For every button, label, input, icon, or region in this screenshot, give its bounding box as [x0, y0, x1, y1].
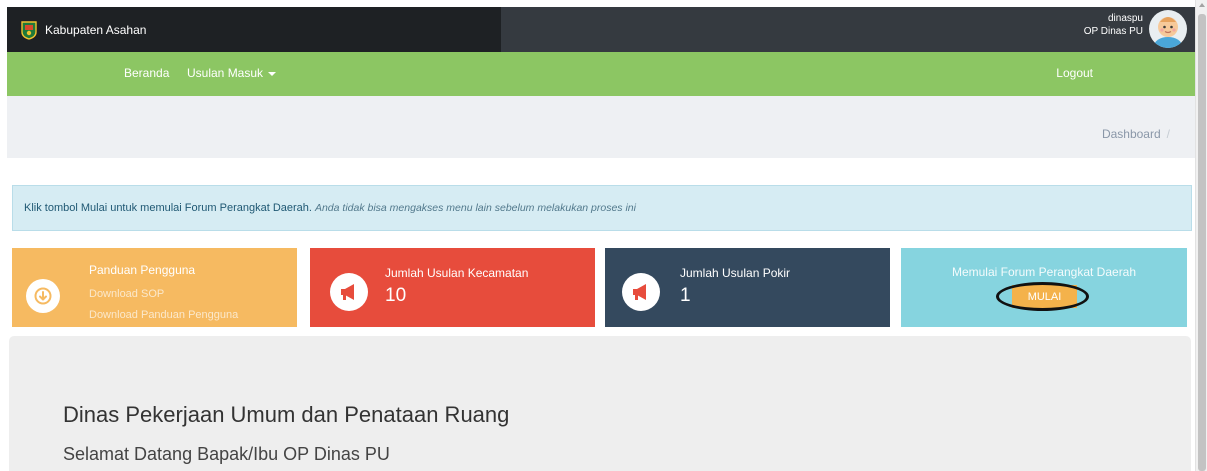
mulai-button[interactable]: MULAI: [1012, 285, 1077, 308]
welcome-jumbotron: Dinas Pekerjaan Umum dan Penataan Ruang …: [9, 336, 1191, 471]
top-bar: Kabupaten Asahan dinaspu OP Dinas PU: [7, 7, 1195, 52]
breadcrumb-band: Dashboard /: [7, 96, 1195, 158]
card-pokir-value: 1: [680, 285, 691, 306]
avatar-graphic: [1154, 17, 1182, 48]
scroll-thumb[interactable]: [1198, 14, 1206, 471]
baby-avatar-icon[interactable]: [1149, 10, 1187, 48]
download-sop-link[interactable]: Download SOP: [89, 288, 164, 300]
user-role: OP Dinas PU: [1083, 26, 1143, 37]
card-panduan-pengguna: Panduan Pengguna Download SOP Download P…: [12, 248, 297, 327]
megaphone-icon: [330, 273, 368, 311]
card-pokir-title: Jumlah Usulan Pokir: [680, 266, 791, 280]
card-forum-perangkat-daerah: Memulai Forum Perangkat Daerah MULAI: [901, 248, 1187, 327]
megaphone-icon: [622, 273, 660, 311]
nav-beranda[interactable]: Beranda: [124, 66, 169, 80]
topbar-user-area: dinaspu OP Dinas PU: [501, 7, 1195, 52]
breadcrumb-dashboard[interactable]: Dashboard: [1102, 127, 1161, 141]
username: dinaspu: [1107, 13, 1143, 24]
breadcrumb: Dashboard /: [1102, 127, 1170, 141]
brand-name: Kabupaten Asahan: [45, 22, 147, 37]
main-navbar: Beranda Usulan Masuk Logout: [7, 52, 1195, 96]
page: Kabupaten Asahan dinaspu OP Dinas PU Ber…: [0, 0, 1207, 471]
card-kecamatan-title: Jumlah Usulan Kecamatan: [385, 266, 529, 280]
card-usulan-pokir[interactable]: Jumlah Usulan Pokir 1: [605, 248, 890, 327]
welcome-message: Selamat Datang Bapak/Ibu OP Dinas PU: [63, 444, 390, 464]
download-glyph: [34, 287, 52, 305]
nav-logout[interactable]: Logout: [1056, 66, 1093, 80]
brand[interactable]: Kabupaten Asahan: [7, 7, 501, 52]
download-circle-icon: [26, 279, 60, 313]
card-panduan-title: Panduan Pengguna: [89, 263, 196, 277]
megaphone-glyph: [633, 284, 646, 300]
caret-down-icon: [268, 71, 277, 76]
user-info[interactable]: dinaspu OP Dinas PU: [1084, 12, 1143, 38]
breadcrumb-separator: /: [1166, 127, 1170, 141]
vertical-scrollbar[interactable]: [1195, 0, 1207, 471]
card-kecamatan-value: 10: [385, 285, 407, 306]
alert-instruction: Klik tombol Mulai untuk memulai Forum Pe…: [24, 202, 312, 214]
nav-usulan-label: Usulan Masuk: [187, 66, 264, 80]
asahan-logo-icon: [21, 20, 37, 40]
scroll-up-arrow-icon[interactable]: [1199, 3, 1205, 7]
card-forum-title: Memulai Forum Perangkat Daerah: [951, 265, 1137, 279]
card-usulan-kecamatan[interactable]: Jumlah Usulan Kecamatan 10: [310, 248, 595, 327]
megaphone-glyph: [341, 284, 354, 300]
nav-usulan-masuk-dropdown[interactable]: Usulan Masuk: [187, 66, 277, 80]
department-title: Dinas Pekerjaan Umum dan Penataan Ruang: [63, 402, 510, 427]
download-panduan-link[interactable]: Download Panduan Pengguna: [89, 309, 238, 321]
info-alert: Klik tombol Mulai untuk memulai Forum Pe…: [12, 185, 1192, 231]
alert-note: Anda tidak bisa mengakses menu lain sebe…: [314, 202, 636, 214]
